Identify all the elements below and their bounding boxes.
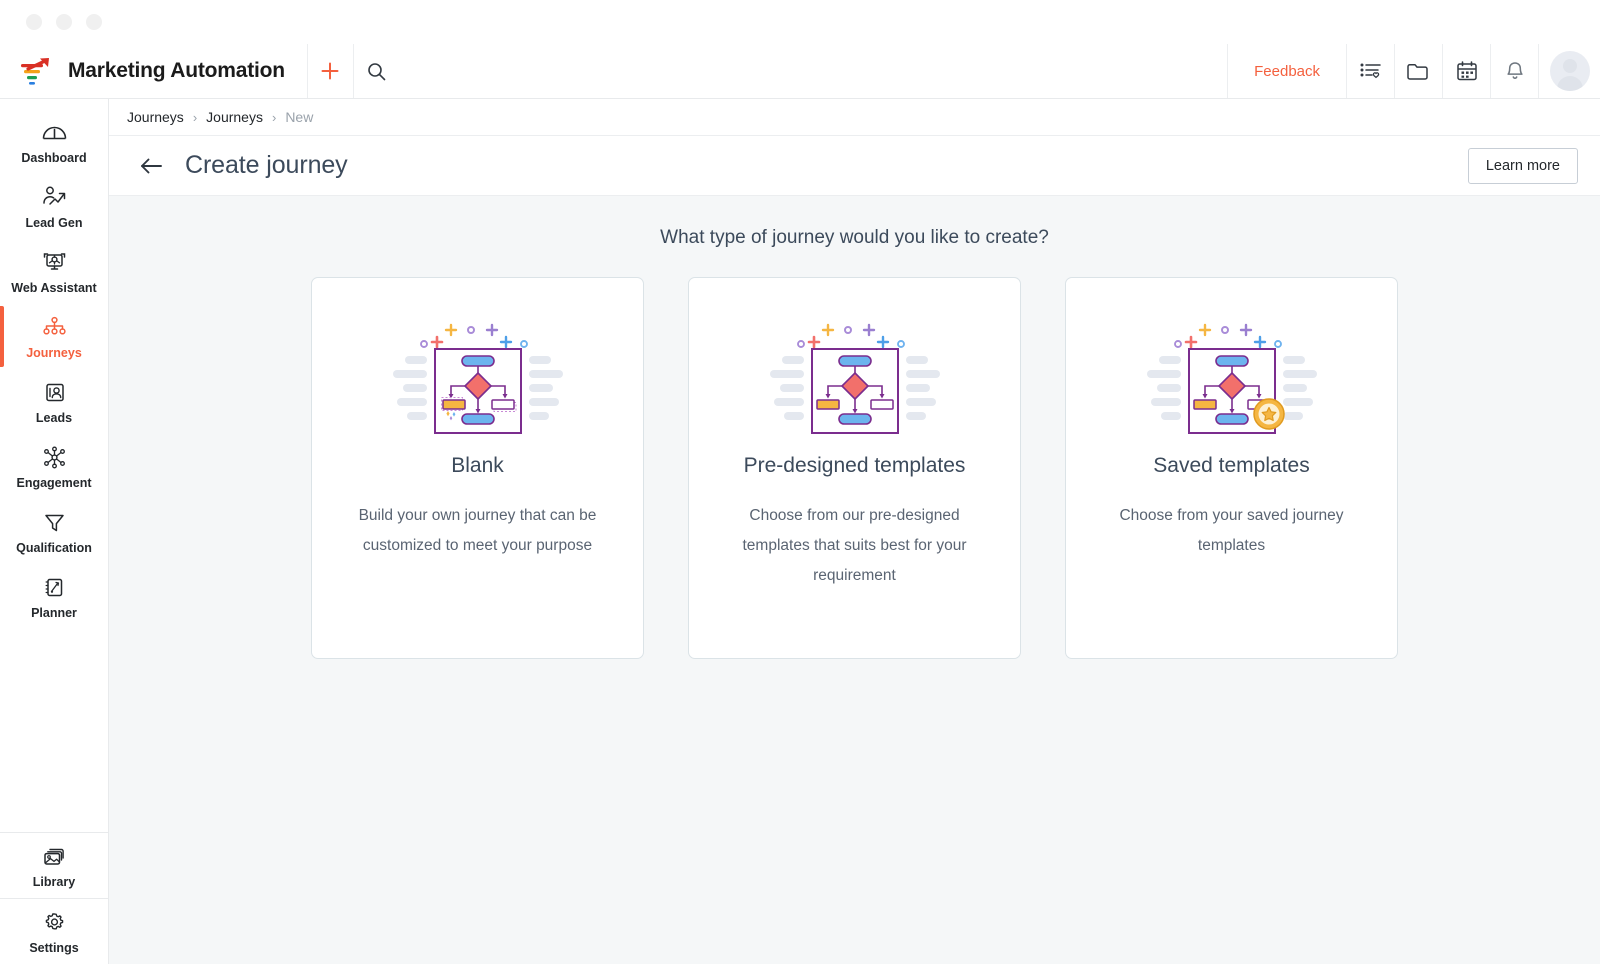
sidebar-item-journeys[interactable]: Journeys <box>0 304 108 369</box>
web-assistant-icon <box>41 248 68 276</box>
funnel-icon <box>42 508 67 536</box>
back-button[interactable] <box>139 157 163 175</box>
journey-card-predesigned[interactable]: Pre-designed templates Choose from our p… <box>688 277 1021 659</box>
arrow-left-icon <box>139 157 163 175</box>
sidebar-item-library[interactable]: Library <box>0 833 108 898</box>
sidebar-item-label: Lead Gen <box>26 216 83 231</box>
bell-icon <box>1504 60 1526 83</box>
sidebar-item-settings[interactable]: Settings <box>0 899 108 964</box>
images-icon <box>41 842 67 870</box>
journey-type-question: What type of journey would you like to c… <box>109 196 1600 249</box>
journey-flowchart-saved-star-icon <box>1147 302 1317 448</box>
window-chrome <box>0 0 1600 44</box>
app-title: Marketing Automation <box>68 59 285 83</box>
journey-type-cards: Blank Build your own journey that can be… <box>109 277 1600 659</box>
journey-card-title: Saved templates <box>1153 454 1309 478</box>
breadcrumb-item-new: New <box>285 109 313 125</box>
checklist-heart-button[interactable] <box>1346 44 1394 98</box>
header-spacer <box>399 44 1227 98</box>
sidebar-item-label: Settings <box>29 941 78 956</box>
folder-icon <box>1406 61 1431 82</box>
sidebar-item-dashboard[interactable]: Dashboard <box>0 109 108 174</box>
calendar-button[interactable] <box>1442 44 1490 98</box>
journey-card-description: Choose from your saved journey templates <box>1066 501 1397 561</box>
sidebar-item-label: Web Assistant <box>11 281 96 296</box>
journey-flowchart-blank-icon <box>393 302 563 448</box>
feedback-label: Feedback <box>1254 63 1320 80</box>
speedometer-icon <box>41 118 68 146</box>
notifications-button[interactable] <box>1490 44 1538 98</box>
search-button[interactable] <box>353 44 399 98</box>
journey-card-blank[interactable]: Blank Build your own journey that can be… <box>311 277 644 659</box>
gear-icon <box>42 908 67 936</box>
window-minimize-dot[interactable] <box>56 14 72 30</box>
content-area: What type of journey would you like to c… <box>109 196 1600 964</box>
sidebar-secondary-nav: Library Settings <box>0 832 108 964</box>
sidebar-item-leads[interactable]: Leads <box>0 369 108 434</box>
contact-card-icon <box>42 378 67 406</box>
breadcrumb-item-journeys-root[interactable]: Journeys <box>127 109 184 125</box>
brand[interactable]: Marketing Automation <box>0 44 307 98</box>
add-button[interactable] <box>307 44 353 98</box>
breadcrumb-separator: › <box>193 110 197 125</box>
journey-card-saved[interactable]: Saved templates Choose from your saved j… <box>1065 277 1398 659</box>
calendar-icon <box>1455 60 1479 82</box>
learn-more-button[interactable]: Learn more <box>1468 148 1578 184</box>
journey-tree-icon <box>41 313 68 341</box>
page-title-bar: Create journey Learn more <box>109 136 1600 196</box>
sidebar: Dashboard Lead Gen <box>0 99 109 964</box>
funnel-arrow-logo-icon <box>20 56 54 86</box>
search-icon <box>366 61 387 82</box>
page-title: Create journey <box>185 151 348 180</box>
sidebar-item-label: Dashboard <box>21 151 86 166</box>
window-close-dot[interactable] <box>26 14 42 30</box>
network-nodes-icon <box>41 443 68 471</box>
sidebar-item-qualification[interactable]: Qualification <box>0 499 108 564</box>
sidebar-item-label: Leads <box>36 411 72 426</box>
person-growth-icon <box>41 183 68 211</box>
planner-icon <box>42 573 67 601</box>
feedback-link[interactable]: Feedback <box>1227 44 1346 98</box>
sidebar-primary-nav: Dashboard Lead Gen <box>0 99 108 629</box>
sidebar-item-label: Planner <box>31 606 77 621</box>
breadcrumb-item-journeys[interactable]: Journeys <box>206 109 263 125</box>
user-avatar-button[interactable] <box>1538 44 1600 98</box>
journey-card-title: Blank <box>451 454 504 478</box>
journey-card-description: Choose from our pre-designed templates t… <box>689 501 1020 592</box>
sidebar-item-lead-gen[interactable]: Lead Gen <box>0 174 108 239</box>
header-right-group: Feedback <box>1227 44 1600 98</box>
folder-button[interactable] <box>1394 44 1442 98</box>
app-header: Marketing Automation Feedback <box>0 44 1600 99</box>
checklist-heart-icon <box>1359 60 1383 82</box>
avatar <box>1550 51 1590 91</box>
main-column: Journeys › Journeys › New Create journey… <box>109 99 1600 964</box>
sidebar-item-label: Engagement <box>16 476 91 491</box>
plus-icon <box>319 60 341 82</box>
breadcrumb-separator: › <box>272 110 276 125</box>
sidebar-item-engagement[interactable]: Engagement <box>0 434 108 499</box>
journey-card-title: Pre-designed templates <box>744 454 966 478</box>
sidebar-item-label: Qualification <box>16 541 92 556</box>
sidebar-item-web-assistant[interactable]: Web Assistant <box>0 239 108 304</box>
breadcrumb: Journeys › Journeys › New <box>109 99 1600 136</box>
sidebar-item-planner[interactable]: Planner <box>0 564 108 629</box>
sidebar-item-label: Library <box>33 875 75 890</box>
journey-card-description: Build your own journey that can be custo… <box>312 501 643 561</box>
sidebar-item-label: Journeys <box>26 346 82 361</box>
journey-flowchart-predesigned-icon <box>770 302 940 448</box>
window-maximize-dot[interactable] <box>86 14 102 30</box>
body-split: Dashboard Lead Gen <box>0 99 1600 964</box>
